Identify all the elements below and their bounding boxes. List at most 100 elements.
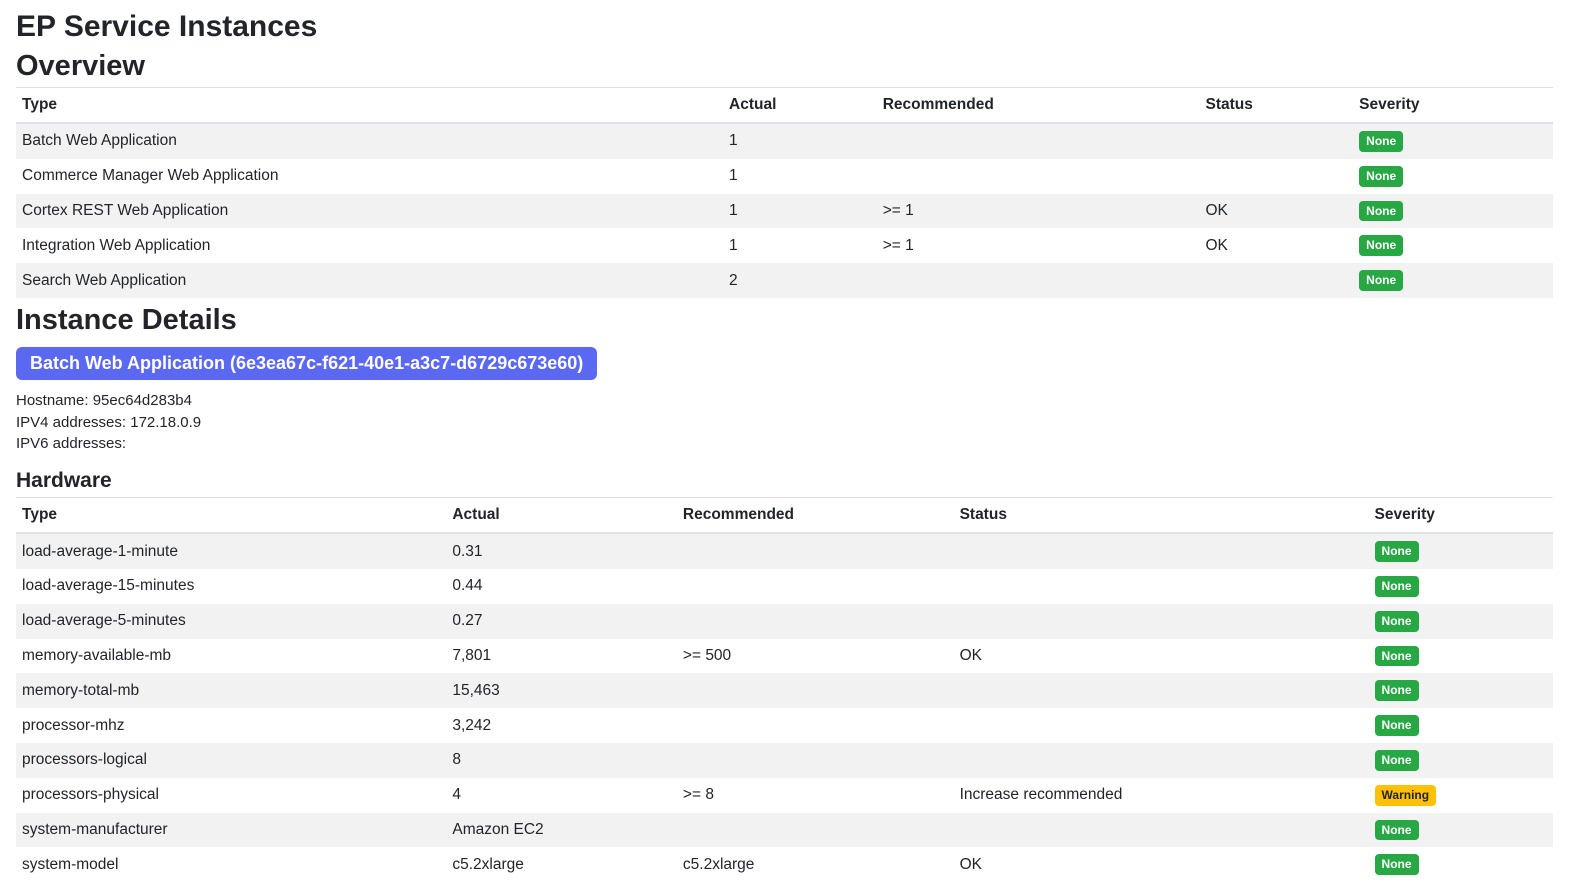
cell-actual: 4 — [446, 778, 677, 813]
cell-type: Cortex REST Web Application — [16, 194, 723, 229]
cell-recommended — [677, 708, 954, 743]
table-row: load-average-5-minutes0.27None — [16, 604, 1553, 639]
cell-severity: None — [1369, 813, 1553, 848]
cell-type: load-average-5-minutes — [16, 604, 446, 639]
cell-recommended — [677, 743, 954, 778]
severity-badge: None — [1359, 235, 1403, 256]
severity-badge: None — [1375, 541, 1419, 562]
table-row: load-average-15-minutes0.44 None — [16, 569, 1553, 604]
cell-severity: Warning — [1369, 778, 1553, 813]
hardware-header-row: Type Actual Recommended Status Severity — [16, 498, 1553, 534]
severity-badge: None — [1375, 611, 1419, 632]
hardware-table: Type Actual Recommended Status Severity … — [16, 497, 1553, 882]
hardware-heading: Hardware — [16, 469, 1553, 493]
severity-badge: None — [1359, 201, 1403, 222]
cell-actual: 15,463 — [446, 673, 677, 708]
cell-status: Increase recommended — [954, 778, 1369, 813]
cell-recommended: >= 500 — [677, 639, 954, 674]
overview-header-row: Type Actual Recommended Status Severity — [16, 88, 1553, 124]
severity-badge: None — [1375, 854, 1419, 875]
severity-badge: None — [1375, 680, 1419, 701]
instance-pill[interactable]: Batch Web Application (6e3ea67c-f621-40e… — [16, 347, 597, 380]
cell-status — [954, 533, 1369, 569]
severity-badge: None — [1359, 270, 1403, 291]
cell-actual: 2 — [723, 263, 877, 298]
cell-type: processors-physical — [16, 778, 446, 813]
cell-type: load-average-15-minutes — [16, 569, 446, 604]
ipv6-label: IPV6 addresses: — [16, 435, 126, 452]
cell-status — [954, 569, 1369, 604]
cell-severity: None — [1369, 708, 1553, 743]
severity-badge: None — [1359, 166, 1403, 187]
cell-actual: Amazon EC2 — [446, 813, 677, 848]
cell-severity: None — [1369, 639, 1553, 674]
ipv4-line: IPV4 addresses: 172.18.0.9 — [16, 412, 1553, 434]
cell-actual: 0.44 — [446, 569, 677, 604]
table-row: Commerce Manager Web Application1 None — [16, 159, 1553, 194]
hostname-line: Hostname: 95ec64d283b4 — [16, 390, 1553, 412]
cell-type: memory-available-mb — [16, 639, 446, 674]
table-row: system-manufacturerAmazon EC2 None — [16, 813, 1553, 848]
cell-recommended: >= 1 — [877, 194, 1200, 229]
table-row: memory-total-mb15,463 None — [16, 673, 1553, 708]
cell-severity: None — [1369, 569, 1553, 604]
cell-status — [954, 708, 1369, 743]
severity-badge: None — [1375, 646, 1419, 667]
cell-recommended — [677, 673, 954, 708]
cell-type: load-average-1-minute — [16, 533, 446, 569]
cell-status — [954, 604, 1369, 639]
cell-type: memory-total-mb — [16, 673, 446, 708]
table-row: Cortex REST Web Application1>= 1OKNone — [16, 194, 1553, 229]
cell-actual: 3,242 — [446, 708, 677, 743]
col-status: Status — [1199, 88, 1353, 124]
cell-type: Batch Web Application — [16, 123, 723, 159]
severity-badge: None — [1359, 131, 1403, 152]
col-actual: Actual — [446, 498, 677, 534]
cell-type: Integration Web Application — [16, 228, 723, 263]
cell-recommended: >= 8 — [677, 778, 954, 813]
cell-actual: c5.2xlarge — [446, 847, 677, 882]
cell-type: system-model — [16, 847, 446, 882]
col-type: Type — [16, 498, 446, 534]
cell-recommended — [877, 159, 1200, 194]
cell-severity: None — [1353, 263, 1553, 298]
cell-severity: None — [1369, 673, 1553, 708]
page-title: EP Service Instances — [16, 10, 1553, 44]
cell-actual: 7,801 — [446, 639, 677, 674]
table-row: system-modelc5.2xlargec5.2xlargeOKNone — [16, 847, 1553, 882]
instance-details-heading: Instance Details — [16, 304, 1553, 337]
col-type: Type — [16, 88, 723, 124]
ipv4-value: 172.18.0.9 — [130, 414, 201, 431]
table-row: Integration Web Application1>= 1OKNone — [16, 228, 1553, 263]
table-row: processors-physical4>= 8Increase recomme… — [16, 778, 1553, 813]
cell-actual: 1 — [723, 159, 877, 194]
cell-actual: 0.31 — [446, 533, 677, 569]
cell-recommended — [877, 263, 1200, 298]
cell-type: Commerce Manager Web Application — [16, 159, 723, 194]
severity-badge: Warning — [1375, 785, 1437, 806]
cell-status: OK — [1199, 194, 1353, 229]
table-row: processors-logical8None — [16, 743, 1553, 778]
col-recommended: Recommended — [877, 88, 1200, 124]
hostname-value: 95ec64d283b4 — [93, 392, 192, 409]
cell-status — [1199, 123, 1353, 159]
cell-status: OK — [954, 847, 1369, 882]
cell-status — [954, 673, 1369, 708]
cell-actual: 1 — [723, 123, 877, 159]
cell-recommended: c5.2xlarge — [677, 847, 954, 882]
cell-status: OK — [954, 639, 1369, 674]
table-row: processor-mhz3,242 None — [16, 708, 1553, 743]
cell-recommended — [677, 813, 954, 848]
ipv4-label: IPV4 addresses: — [16, 414, 126, 431]
cell-status — [1199, 263, 1353, 298]
cell-recommended — [677, 569, 954, 604]
table-row: Batch Web Application1 None — [16, 123, 1553, 159]
cell-recommended — [677, 533, 954, 569]
table-row: load-average-1-minute0.31 None — [16, 533, 1553, 569]
severity-badge: None — [1375, 750, 1419, 771]
cell-type: processor-mhz — [16, 708, 446, 743]
cell-type: Search Web Application — [16, 263, 723, 298]
cell-status — [1199, 159, 1353, 194]
hostname-label: Hostname: — [16, 392, 89, 409]
cell-type: system-manufacturer — [16, 813, 446, 848]
